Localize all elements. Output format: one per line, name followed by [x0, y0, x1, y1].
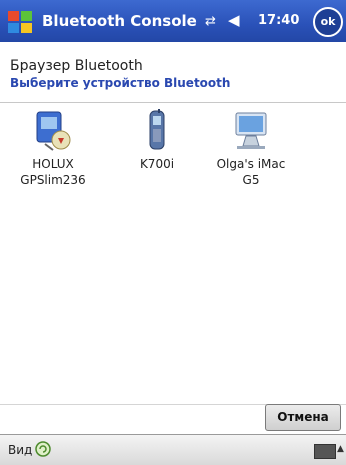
- device-item-holux[interactable]: HOLUX GPSlim236: [8, 108, 98, 188]
- windows-start-icon[interactable]: [6, 8, 34, 36]
- connectivity-icon[interactable]: ⇄: [205, 14, 216, 29]
- computer-icon: [235, 112, 267, 149]
- app-title: Bluetooth Console: [42, 12, 197, 30]
- mobile-phone-icon: [149, 109, 165, 150]
- input-selector-arrow-icon[interactable]: ▲: [337, 444, 344, 454]
- view-menu[interactable]: Вид: [8, 443, 32, 457]
- clock[interactable]: 17:40: [258, 13, 299, 28]
- page-title: Браузер Bluetooth: [10, 58, 143, 74]
- menu-bar: Вид ▲: [0, 434, 346, 465]
- cancel-button[interactable]: Отмена: [265, 404, 341, 431]
- device-label: Olga's iMac G5: [216, 157, 286, 187]
- device-item-imac[interactable]: Olga's iMac G5: [206, 108, 296, 188]
- refresh-icon[interactable]: [34, 440, 52, 458]
- ok-button[interactable]: ok: [313, 7, 343, 37]
- device-item-k700i[interactable]: K700i: [112, 108, 202, 172]
- device-label: K700i: [139, 157, 175, 171]
- volume-icon[interactable]: ◀: [228, 11, 240, 29]
- gps-device-icon: [36, 111, 71, 151]
- page-header: Браузер Bluetooth Выберите устройство Bl…: [0, 42, 346, 103]
- device-label: HOLUX GPSlim236: [20, 157, 86, 187]
- page-subtitle: Выберите устройство Bluetooth: [10, 76, 231, 90]
- title-bar: Bluetooth Console ⇄ ◀ 17:40 ok: [0, 0, 346, 42]
- keyboard-icon[interactable]: [314, 444, 336, 459]
